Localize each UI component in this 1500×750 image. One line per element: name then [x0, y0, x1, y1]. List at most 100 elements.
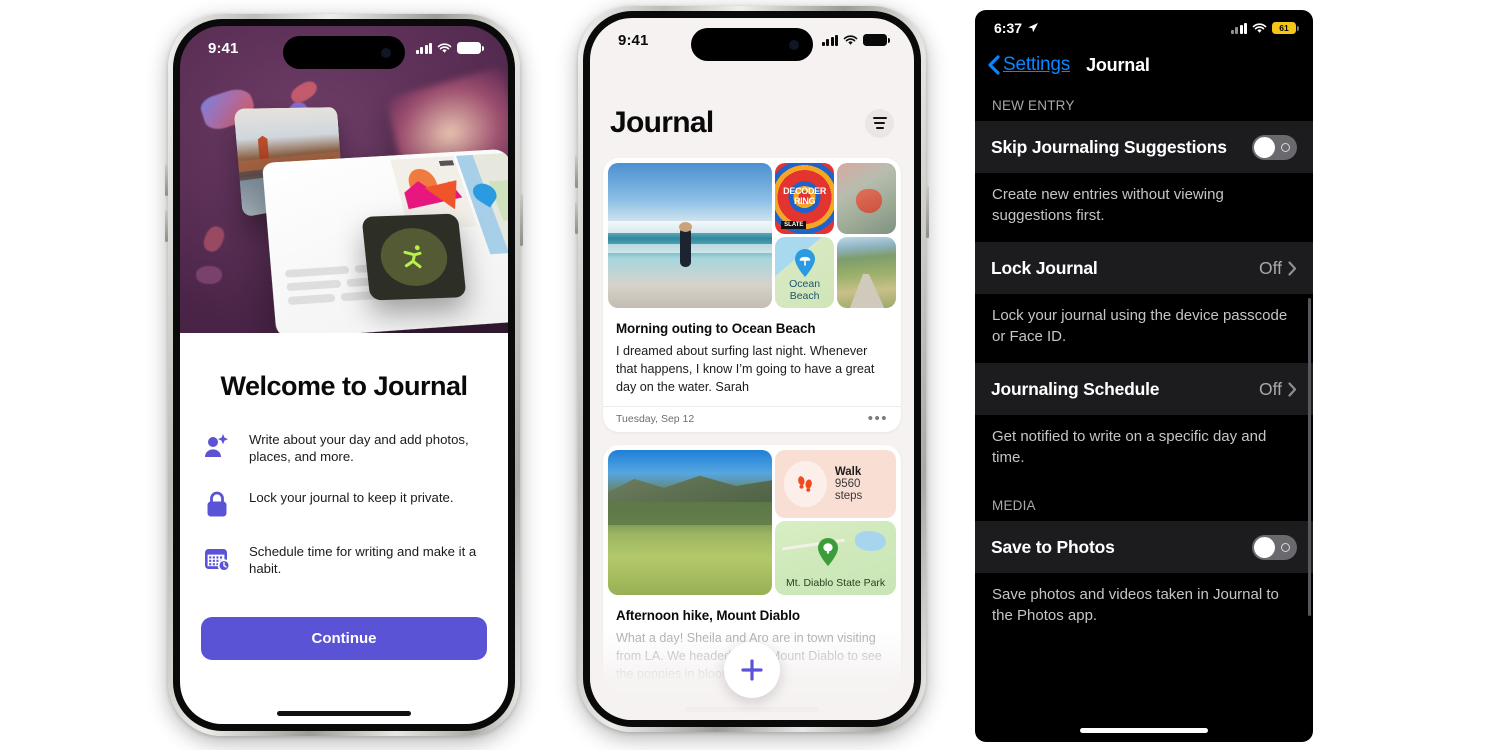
person-sparkle-icon [202, 431, 232, 461]
entry-photo-main[interactable] [608, 163, 773, 308]
phone-device-1: 9:41 Welcome to Journal Write about your… [165, 14, 523, 736]
setting-row-lock-journal[interactable]: Lock Journal Off [975, 242, 1313, 294]
battery-full-icon [863, 34, 890, 46]
setting-description: Save photos and videos taken in Journal … [975, 573, 1313, 642]
plus-icon [741, 659, 763, 681]
home-indicator [277, 711, 411, 716]
chevron-right-icon [1288, 260, 1297, 276]
setting-label: Lock Journal [991, 258, 1098, 278]
entry-shell-photo[interactable] [837, 163, 896, 234]
setting-description: Create new entries without viewing sugge… [975, 173, 1313, 242]
phone1-bezel: 9:41 Welcome to Journal Write about your… [173, 19, 515, 731]
workout-name: Walk [834, 466, 862, 478]
calendar-clock-icon [202, 543, 232, 573]
setting-label: Save to Photos [991, 537, 1115, 557]
setting-value: Off [1258, 378, 1282, 399]
feature-list: Write about your day and add photos, pla… [202, 430, 486, 577]
battery-low-power-icon: 61 [1272, 22, 1299, 34]
feature-item-label: Lock your journal to keep it private. [249, 490, 454, 505]
battery-percent: 61 [1279, 23, 1289, 33]
entry-photo-main[interactable] [608, 450, 773, 595]
setting-label: Journaling Schedule [991, 379, 1160, 399]
phone1-screen: 9:41 Welcome to Journal Write about your… [180, 26, 508, 724]
wifi-icon [437, 42, 452, 53]
continue-button[interactable]: Continue [201, 617, 487, 660]
entry-media-side: DECODER RING SLATE Ocean Beach [775, 163, 896, 308]
setting-row-journaling-schedule[interactable]: Journaling Schedule Off [975, 363, 1313, 415]
section-header-new-entry: NEW ENTRY [992, 98, 1075, 113]
entry-workout-tile[interactable]: Walk 9560 steps [775, 450, 896, 518]
entry-media-side: Walk 9560 steps Mt. Diablo State Park [775, 450, 896, 595]
entry-title: Afternoon hike, Mount Diablo [616, 608, 800, 623]
map-label: Mt. Diablo State Park [785, 577, 886, 589]
phone3-status-bar: 6:37 61 [975, 10, 1313, 46]
home-indicator [1080, 728, 1208, 733]
feature-item-schedule: Schedule time for writing and make it a … [202, 542, 486, 577]
feature-item-label: Schedule time for writing and make it a … [249, 544, 477, 576]
lock-icon [202, 489, 232, 519]
filter-lines-icon[interactable] [865, 108, 894, 138]
tree-park-pin-icon [815, 537, 841, 572]
signal-bars-icon [415, 42, 432, 54]
entry-road-photo[interactable] [837, 237, 896, 308]
page-title: Journal [1086, 54, 1150, 75]
page-title: Journal [610, 106, 714, 139]
phone1-volume-up-button[interactable] [165, 164, 168, 196]
location-arrow-icon [1028, 23, 1039, 33]
entry-media-grid: Walk 9560 steps Mt. Diablo State Park [603, 445, 901, 600]
ellipsis-icon[interactable]: ••• [868, 411, 888, 426]
entry-body: I dreamed about surfing last night. When… [616, 344, 875, 394]
back-to-settings-button[interactable]: Settings [987, 54, 1070, 76]
chevron-right-icon [1288, 381, 1297, 397]
back-label: Settings [1003, 54, 1071, 75]
wifi-icon [1252, 22, 1267, 33]
journal-entry-list: DECODER RING SLATE Ocean Beach Morning o… [603, 158, 901, 720]
setting-row-save-to-photos[interactable]: Save to Photos [975, 521, 1313, 573]
setting-label: Skip Journaling Suggestions [991, 137, 1227, 157]
setting-description: Lock your journal using the device passc… [975, 294, 1313, 363]
skip-suggestions-toggle[interactable] [1252, 134, 1297, 160]
setting-description: Get notified to write on a specific day … [975, 415, 1313, 484]
vertical-scrollbar[interactable] [1307, 298, 1311, 616]
signal-bars-icon [1230, 22, 1247, 34]
chevron-left-icon [988, 55, 1000, 75]
hero-workout-card [361, 213, 467, 301]
entry-map-tile[interactable]: Ocean Beach [775, 237, 835, 308]
entry-date: Tuesday, Sep 12 [616, 413, 695, 425]
dynamic-island [283, 36, 405, 69]
phone1-volume-down-button[interactable] [165, 210, 168, 242]
status-time: 9:41 [208, 39, 239, 57]
save-to-photos-toggle[interactable] [1252, 534, 1297, 560]
feature-item-lock: Lock your journal to keep it private. [202, 488, 486, 519]
battery-full-icon [457, 42, 484, 54]
journal-settings-screenshot: 6:37 61 Settings Journal NEW ENTRY Skip … [975, 10, 1313, 742]
journal-entry-card[interactable]: DECODER RING SLATE Ocean Beach Morning o… [603, 158, 901, 432]
phone1-power-button[interactable] [520, 194, 523, 246]
feature-item-write: Write about your day and add photos, pla… [202, 430, 486, 465]
journal-hero-illustration [180, 26, 508, 333]
status-time: 9:41 [618, 31, 649, 49]
footsteps-icon [784, 461, 827, 507]
phone1-onboarding-panel: Welcome to Journal Write about your day … [180, 333, 508, 724]
phone-device-2: 9:41 Journal DECODER RING SLATE Ocean Be… [575, 6, 929, 732]
phone2-screen: 9:41 Journal DECODER RING SLATE Ocean Be… [590, 18, 914, 720]
page-title: Welcome to Journal [220, 371, 468, 401]
setting-row-skip-suggestions[interactable]: Skip Journaling Suggestions [975, 121, 1313, 173]
dynamic-island [691, 28, 813, 61]
journal-header: Journal [590, 106, 914, 140]
entry-map-tile[interactable]: Mt. Diablo State Park [775, 521, 896, 595]
entry-podcast-tile[interactable]: DECODER RING SLATE [775, 163, 835, 234]
new-entry-button[interactable] [724, 642, 780, 698]
status-time: 6:37 [994, 20, 1023, 36]
signal-bars-icon [821, 34, 838, 46]
wifi-icon [843, 34, 858, 45]
entry-title: Morning outing to Ocean Beach [616, 321, 816, 336]
journal-list-screen: 9:41 Journal DECODER RING SLATE Ocean Be… [590, 18, 914, 720]
section-header-media: MEDIA [992, 498, 1036, 513]
entry-footer: Tuesday, Sep 12 ••• [603, 406, 901, 432]
workout-value: 9560 steps [834, 478, 863, 502]
navigation-bar: Settings Journal [975, 46, 1313, 84]
phone2-power-button[interactable] [926, 186, 929, 238]
phone2-volume-down-button[interactable] [575, 202, 578, 234]
phone2-volume-up-button[interactable] [575, 156, 578, 188]
